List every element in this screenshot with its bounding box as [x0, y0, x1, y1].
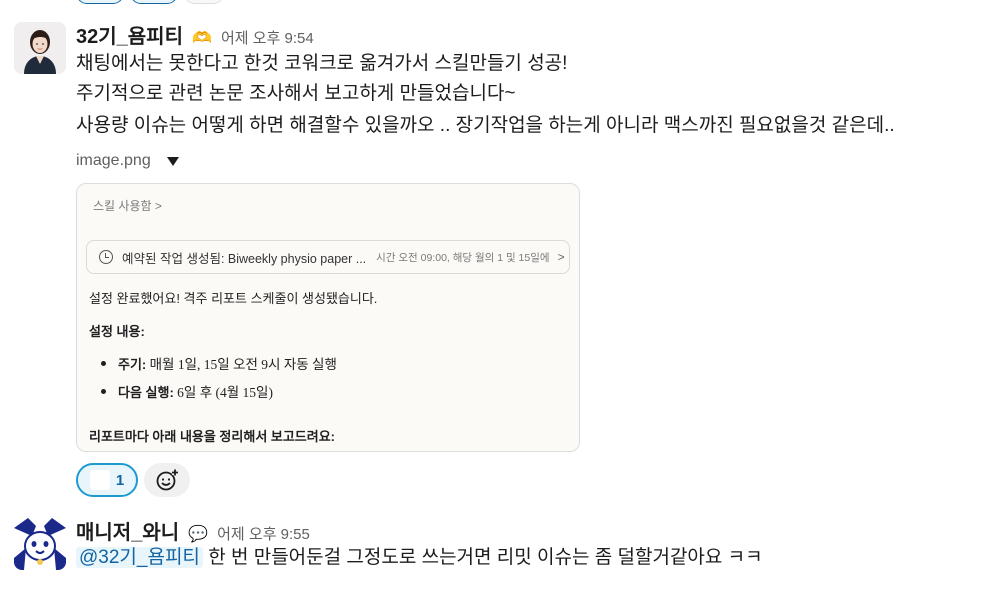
reaction-emoji-icon — [89, 470, 110, 490]
image-bullet: 다음 실행: 6일 후 (4월 15일) — [101, 381, 273, 401]
reaction-pill[interactable]: 1 — [76, 463, 138, 497]
image-bullet: 주기: 매월 1일, 15일 오전 9시 자동 실행 — [101, 353, 337, 373]
message-text-line: 채팅에서는 못한다고 한것 코워크로 옮겨가서 스킬만들기 성공! — [76, 53, 568, 74]
avatar[interactable] — [14, 22, 66, 74]
status-heart-hands-icon: 🫶 — [192, 30, 212, 47]
previous-reactions — [76, 0, 224, 4]
image-done-text: 설정 완료했어요! 격주 리포트 스케줄이 생성됐습니다. — [89, 291, 378, 306]
bullet-value: 6일 후 (4월 15일) — [177, 385, 273, 400]
message-text-line: @32기_욤피티 한 번 만들어둔걸 그정도로 쓰는거면 리밋 이슈는 좀 덜할… — [76, 546, 763, 570]
image-breadcrumb: 스킬 사용함 > — [93, 199, 162, 213]
image-report-heading: 리포트마다 아래 내용을 정리해서 보고드려요: — [89, 429, 336, 444]
chevron-right-icon: > — [557, 250, 565, 264]
speech-bubble-icon: 💬 — [188, 526, 209, 543]
bullet-label: 다음 실행: — [118, 385, 174, 400]
bullet-label: 주기: — [118, 357, 147, 372]
bullet-value: 매월 1일, 15일 오전 9시 자동 실행 — [149, 357, 337, 372]
user-mention[interactable]: @32기_욤피티 — [76, 547, 203, 568]
file-name: image.png — [76, 152, 151, 169]
timestamp[interactable]: 어제 오후 9:55 — [217, 523, 310, 544]
task-title: 예약된 작업 생성됨: Biweekly physio paper ... — [122, 251, 367, 266]
reaction-pill[interactable] — [184, 0, 224, 4]
add-reaction-icon — [156, 469, 178, 491]
reaction-pill[interactable] — [130, 0, 178, 4]
message-text: 한 번 만들어둔걸 그정도로 쓰는거면 리밋 이슈는 좀 덜할거같아요 ㅋㅋ — [208, 547, 763, 568]
clock-icon — [99, 250, 113, 264]
bullet-dot-icon — [101, 389, 106, 395]
reaction-count: 1 — [115, 471, 125, 489]
reaction-pill[interactable] — [76, 0, 124, 4]
add-reaction-button[interactable] — [144, 463, 190, 497]
message-header: 매니저_와니 💬 어제 오후 9:55 — [76, 516, 310, 545]
message-text-line: 주기적으로 관련 논문 조사해서 보고하게 만들었습니다~ — [76, 83, 516, 104]
username[interactable]: 32기_욤피티 — [76, 20, 183, 49]
user-avatar-icon — [14, 22, 66, 74]
caret-down-icon — [166, 156, 179, 166]
message-header: 32기_욤피티 🫶 어제 오후 9:54 — [76, 20, 314, 49]
task-meta: 시간 오전 09:00, 해당 월의 1 및 15일에 — [376, 251, 550, 264]
username[interactable]: 매니저_와니 — [76, 516, 179, 545]
image-attachment[interactable]: 스킬 사용함 > 예약된 작업 생성됨: Biweekly physio pap… — [76, 183, 580, 452]
image-settings-heading: 설정 내용: — [89, 324, 145, 339]
message-text-line: 사용량 이슈는 어떻게 하면 해결할수 있을까오 .. 장기작업을 하는게 아니… — [76, 115, 895, 136]
bullet-dot-icon — [101, 361, 106, 367]
user-avatar-icon — [14, 518, 66, 570]
file-name-toggle[interactable]: image.png — [76, 152, 179, 170]
scheduled-task-box: 예약된 작업 생성됨: Biweekly physio paper ... 시간… — [86, 240, 570, 274]
avatar[interactable] — [14, 518, 66, 570]
timestamp[interactable]: 어제 오후 9:54 — [221, 27, 314, 48]
reactions-bar: 1 — [76, 463, 190, 497]
